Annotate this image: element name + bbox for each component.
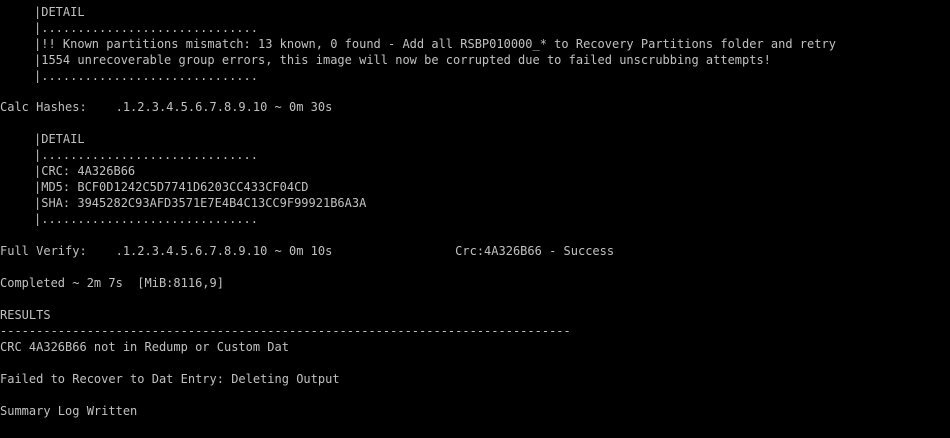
md5-line: |MD5: BCF0D1242C5D7741D6203CC433CF04CD xyxy=(34,180,309,194)
summary-log-line: Summary Log Written xyxy=(0,404,138,418)
partition-mismatch-line: |!! Known partitions mismatch: 13 known,… xyxy=(34,37,836,51)
crc-line: |CRC: 4A326B66 xyxy=(34,164,136,178)
detail-header-2: |DETAIL xyxy=(34,132,85,146)
detail-header-1: |DETAIL xyxy=(34,5,85,19)
completed-line: Completed ~ 2m 7s [MiB:8116,9] xyxy=(0,276,224,290)
detail-dots-end-1: |.............................. xyxy=(34,69,258,83)
results-separator: ----------------------------------------… xyxy=(0,324,571,338)
group-errors-line: |1554 unrecoverable group errors, this i… xyxy=(34,53,771,67)
detail-dots-end-2: |.............................. xyxy=(34,212,258,226)
failed-recover-line: Failed to Recover to Dat Entry: Deleting… xyxy=(0,372,340,386)
results-header: RESULTS xyxy=(0,308,51,322)
console-window[interactable]: |DETAIL |.............................. … xyxy=(0,0,950,438)
full-verify-line: Full Verify: .1.2.3.4.5.6.7.8.9.10 ~ 0m … xyxy=(0,244,615,258)
crc-not-found-line: CRC 4A326B66 not in Redump or Custom Dat xyxy=(0,340,289,354)
calc-hashes-line: Calc Hashes: .1.2.3.4.5.6.7.8.9.10 ~ 0m … xyxy=(0,100,333,114)
detail-dots-1: |.............................. xyxy=(34,21,258,35)
detail-dots-2: |.............................. xyxy=(34,148,258,162)
sha-line: |SHA: 3945282C93AFD3571E7E4B4C13CC9F9992… xyxy=(34,196,367,210)
